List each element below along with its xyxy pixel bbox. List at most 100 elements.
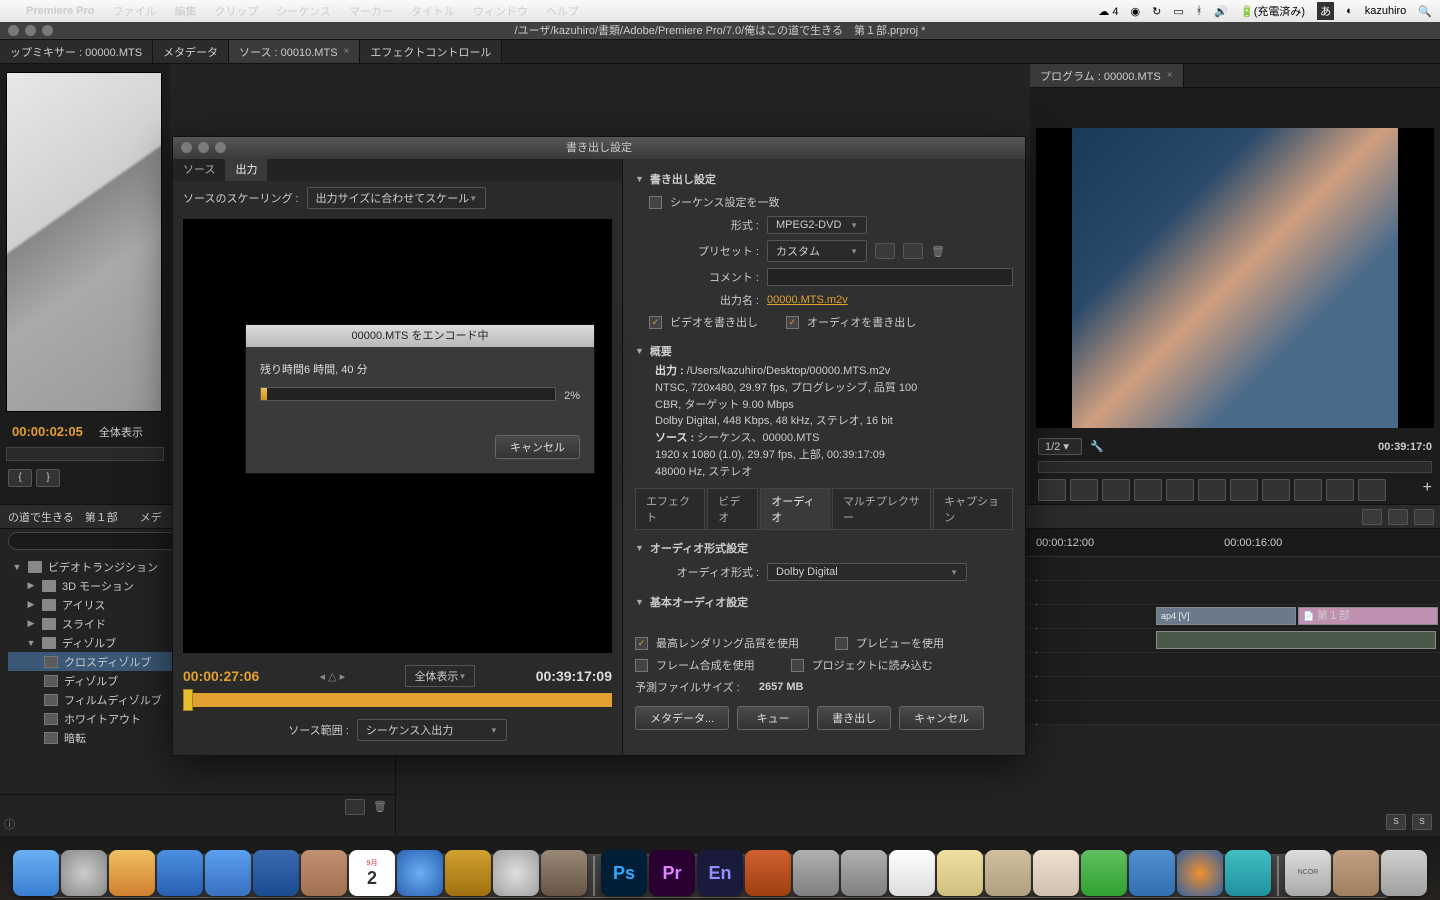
dock-encore-icon[interactable]: En xyxy=(697,850,743,896)
comment-input[interactable] xyxy=(767,268,1013,286)
dock-settings-icon[interactable] xyxy=(793,850,839,896)
menu-edit[interactable]: 編集 xyxy=(174,3,196,19)
ime-icon[interactable]: あ xyxy=(1317,2,1334,20)
export-range-bar[interactable] xyxy=(183,693,612,707)
dock-app-icon[interactable] xyxy=(1225,850,1271,896)
spotlight-icon[interactable]: 🔍 xyxy=(1418,5,1432,18)
match-sequence-checkbox[interactable] xyxy=(649,196,662,209)
menu-marker[interactable]: マーカー xyxy=(349,3,393,19)
dock-numbers-icon[interactable] xyxy=(1081,850,1127,896)
source-scrubber[interactable] xyxy=(6,447,164,461)
import-preset-icon[interactable] xyxy=(903,243,923,259)
dock-photoshop-icon[interactable]: Ps xyxy=(601,850,647,896)
dock-calendar-icon[interactable]: 9月2 xyxy=(349,850,395,896)
use-preview-checkbox[interactable] xyxy=(835,637,848,650)
bluetooth-icon[interactable]: ᚼ xyxy=(1196,5,1203,17)
dock-launchpad-icon[interactable] xyxy=(61,850,107,896)
dock-app-icon[interactable] xyxy=(445,850,491,896)
step-fwd-button[interactable] xyxy=(1166,479,1194,501)
dock-thunderbird-icon[interactable] xyxy=(253,850,299,896)
dock-app-icon[interactable] xyxy=(1033,850,1079,896)
dock-keynote-icon[interactable] xyxy=(1129,850,1175,896)
program-scrubber[interactable] xyxy=(1038,461,1432,473)
scaling-select[interactable]: 出力サイズに合わせてスケール▼ xyxy=(307,187,487,209)
user-name[interactable]: kazuhiro xyxy=(1365,5,1407,17)
close-icon[interactable]: × xyxy=(344,46,350,57)
dock-folder-icon[interactable] xyxy=(1333,850,1379,896)
mark-out-button[interactable]: } xyxy=(36,469,60,487)
audio-format-select[interactable]: Dolby Digital▼ xyxy=(767,563,967,581)
menu-title[interactable]: タイトル xyxy=(411,3,455,19)
source-range-select[interactable]: シーケンス入出力▼ xyxy=(357,719,507,741)
mark-in-button[interactable] xyxy=(1038,479,1066,501)
menu-clip[interactable]: クリップ xyxy=(214,3,258,19)
marker-button[interactable] xyxy=(1388,509,1408,525)
format-select[interactable]: MPEG2-DVD▼ xyxy=(767,216,867,234)
delete-preset-icon[interactable]: 🗑 xyxy=(931,245,945,258)
timeline-clip[interactable]: ap4 [V] xyxy=(1156,607,1296,625)
max-render-checkbox[interactable]: ✓ xyxy=(635,637,648,650)
output-name-link[interactable]: 00000.MTS.m2v xyxy=(767,294,848,306)
dock-app-icon[interactable] xyxy=(937,850,983,896)
queue-button[interactable]: キュー xyxy=(737,706,809,730)
sync-lock-button[interactable]: S xyxy=(1386,814,1406,830)
tab-audiomixer[interactable]: ップミキサー : 00000.MTS xyxy=(0,40,153,63)
dock-gimp-icon[interactable] xyxy=(541,850,587,896)
source-preview-image[interactable] xyxy=(6,72,162,412)
wrench-icon[interactable]: 🔧 xyxy=(1090,440,1104,453)
tab-multiplexer[interactable]: マルチプレクサー xyxy=(832,488,931,529)
add-button[interactable]: + xyxy=(1423,479,1432,501)
trash-icon[interactable]: 🗑 xyxy=(373,800,387,813)
export-button[interactable]: 書き出し xyxy=(817,706,891,730)
play-button[interactable] xyxy=(1134,479,1162,501)
dock-mail-icon[interactable] xyxy=(109,850,155,896)
battery-icon[interactable]: 🔋(充電済み) xyxy=(1240,3,1305,19)
volume-icon[interactable]: 🔊 xyxy=(1214,5,1228,18)
timeline-clip[interactable] xyxy=(1156,631,1436,649)
tab-source[interactable]: ソース : 00010.MTS× xyxy=(229,40,360,63)
display-icon[interactable]: ▭ xyxy=(1173,5,1183,18)
sync-lock-button[interactable]: S xyxy=(1412,814,1432,830)
new-bin-button[interactable] xyxy=(345,799,365,815)
menu-window[interactable]: ウィンドウ xyxy=(473,3,528,19)
mark-out-button[interactable] xyxy=(1070,479,1098,501)
snap-button[interactable] xyxy=(1362,509,1382,525)
menu-help[interactable]: ヘルプ xyxy=(546,3,579,19)
tab-metadata[interactable]: メタデータ xyxy=(153,40,229,63)
export-video-checkbox[interactable]: ✓ xyxy=(649,316,662,329)
traffic-lights[interactable] xyxy=(8,25,53,36)
dock-safari-icon[interactable] xyxy=(493,850,539,896)
camera-button[interactable] xyxy=(1358,479,1386,501)
export-frame-button[interactable] xyxy=(1262,479,1290,501)
step-back-button[interactable] xyxy=(1102,479,1130,501)
export-audio-checkbox[interactable]: ✓ xyxy=(786,316,799,329)
tab-output-preview[interactable]: 出力 xyxy=(225,159,267,181)
dock-finder-icon[interactable] xyxy=(13,850,59,896)
dock-app-icon[interactable] xyxy=(205,850,251,896)
dock-app-icon[interactable] xyxy=(985,850,1031,896)
export-dialog-titlebar[interactable]: 書き出し設定 xyxy=(173,137,1025,159)
insert-button[interactable] xyxy=(1198,479,1226,501)
dock-premiere-icon[interactable]: Pr xyxy=(649,850,695,896)
spotlight-user-icon[interactable]: ◐ xyxy=(1346,5,1353,17)
tab-source-preview[interactable]: ソース xyxy=(173,159,225,181)
dock-preview-icon[interactable] xyxy=(889,850,935,896)
dock-automator-icon[interactable] xyxy=(841,850,887,896)
dock-trash-icon[interactable] xyxy=(1381,850,1427,896)
settings-button[interactable] xyxy=(1414,509,1434,525)
import-project-checkbox[interactable] xyxy=(791,659,804,672)
encoding-cancel-button[interactable]: キャンセル xyxy=(495,435,580,459)
save-preset-icon[interactable] xyxy=(875,243,895,259)
dock-contacts-icon[interactable] xyxy=(301,850,347,896)
tab-program[interactable]: プログラム : 00000.MTS× xyxy=(1030,64,1184,87)
close-icon[interactable]: × xyxy=(1167,70,1173,81)
mark-in-button[interactable]: { xyxy=(8,469,32,487)
export-in-timecode[interactable]: 00:00:27:06 xyxy=(183,668,259,684)
preset-select[interactable]: カスタム▼ xyxy=(767,240,867,262)
export-out-timecode[interactable]: 00:39:17:09 xyxy=(536,668,612,684)
dock-app-icon[interactable] xyxy=(745,850,791,896)
encoding-dialog-title[interactable]: 00000.MTS をエンコード中 xyxy=(246,325,594,347)
frame-blend-checkbox[interactable] xyxy=(635,659,648,672)
dock-appstore-icon[interactable] xyxy=(157,850,203,896)
tab-video[interactable]: ビデオ xyxy=(707,488,758,529)
